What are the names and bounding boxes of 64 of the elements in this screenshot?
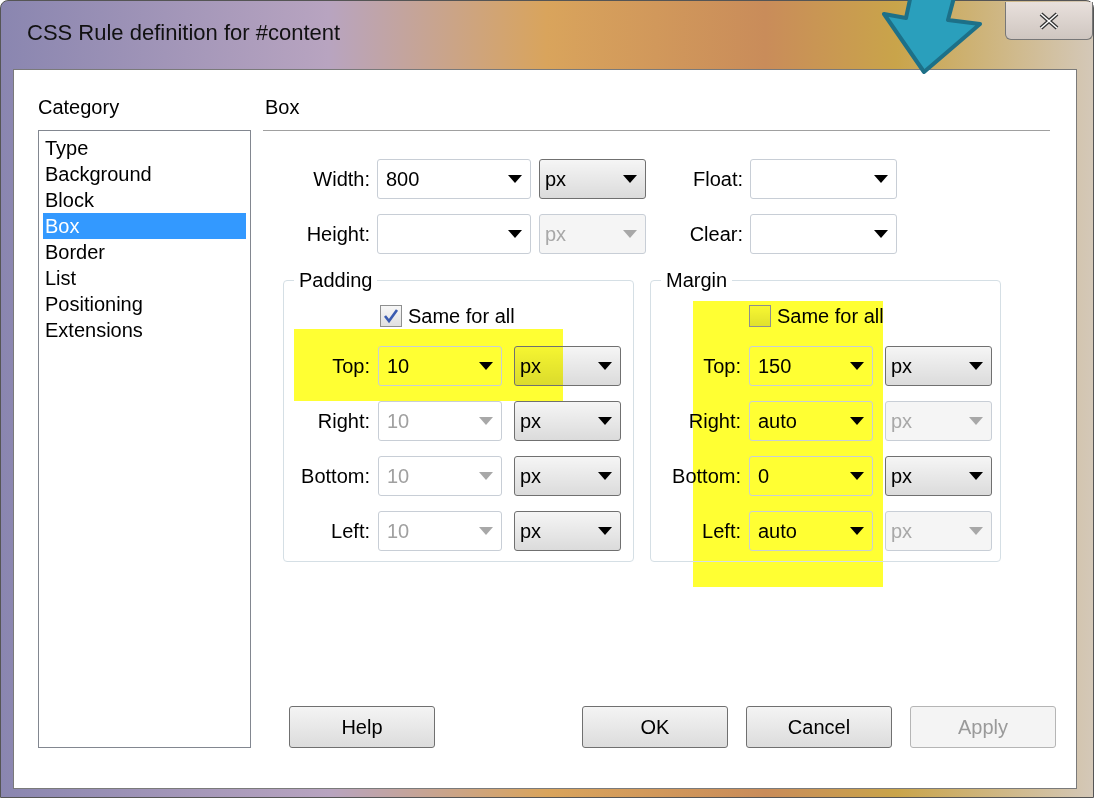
category-item[interactable]: List	[43, 265, 246, 291]
caret-icon	[969, 362, 983, 370]
dialog-button[interactable]: Cancel	[746, 706, 892, 748]
field-label: Height:	[305, 222, 370, 247]
panel-title: Box	[263, 92, 1050, 131]
unit-dropdown[interactable]: px	[885, 346, 992, 386]
caret-icon	[874, 230, 888, 238]
field-label: Float:	[691, 167, 743, 192]
caret-icon	[479, 527, 493, 535]
category-item[interactable]: Extensions	[43, 317, 246, 343]
caret-icon	[850, 362, 864, 370]
value-dropdown[interactable]: 0	[749, 456, 873, 496]
caret-icon	[623, 230, 637, 238]
caret-icon	[850, 417, 864, 425]
value-dropdown[interactable]	[377, 214, 531, 254]
caret-icon	[479, 472, 493, 480]
category-item[interactable]: Block	[43, 187, 246, 213]
value-dropdown[interactable]: 150	[749, 346, 873, 386]
unit-dropdown[interactable]: px	[514, 346, 621, 386]
caret-icon	[874, 175, 888, 183]
value-dropdown[interactable]: 800	[377, 159, 531, 199]
caret-icon	[969, 527, 983, 535]
unit-dropdown[interactable]: px	[539, 159, 646, 199]
checkbox-label: Same for all	[777, 304, 884, 329]
caret-icon	[479, 417, 493, 425]
value-dropdown[interactable]: auto	[749, 401, 873, 441]
caret-icon	[623, 175, 637, 183]
value-dropdown[interactable]	[750, 214, 897, 254]
window-title: CSS Rule definition for #content	[27, 18, 341, 47]
caret-icon	[508, 230, 522, 238]
caret-icon	[598, 472, 612, 480]
dialog-button[interactable]: OK	[582, 706, 728, 748]
category-item[interactable]: Positioning	[43, 291, 246, 317]
field-label: Top:	[331, 354, 370, 379]
field-label: Left:	[330, 519, 370, 544]
field-label: Bottom:	[300, 464, 370, 489]
caret-icon	[969, 472, 983, 480]
field-label: Left:	[701, 519, 741, 544]
close-button[interactable]	[1005, 2, 1093, 40]
close-icon	[1037, 11, 1061, 30]
value-dropdown[interactable]	[750, 159, 897, 199]
caret-icon	[598, 362, 612, 370]
caret-icon	[479, 362, 493, 370]
value-dropdown[interactable]: auto	[749, 511, 873, 551]
field-label: Top:	[702, 354, 741, 379]
field-label: Clear:	[688, 222, 743, 247]
caret-icon	[850, 527, 864, 535]
category-item[interactable]: Background	[43, 161, 246, 187]
dialog-button[interactable]: Help	[289, 706, 435, 748]
category-item[interactable]: Border	[43, 239, 246, 265]
checkbox[interactable]	[749, 305, 771, 327]
caret-icon	[850, 472, 864, 480]
unit-dropdown[interactable]: px	[885, 456, 992, 496]
category-item[interactable]: Type	[43, 135, 246, 161]
checkbox-label: Same for all	[408, 304, 515, 329]
category-label: Category	[38, 95, 121, 120]
value-dropdown[interactable]: 10	[378, 346, 502, 386]
caret-icon	[598, 417, 612, 425]
caret-icon	[598, 527, 612, 535]
caret-icon	[969, 417, 983, 425]
checkbox[interactable]	[380, 305, 402, 327]
field-label: Width:	[312, 167, 370, 192]
field-label: Right:	[316, 409, 370, 434]
caret-icon	[508, 175, 522, 183]
